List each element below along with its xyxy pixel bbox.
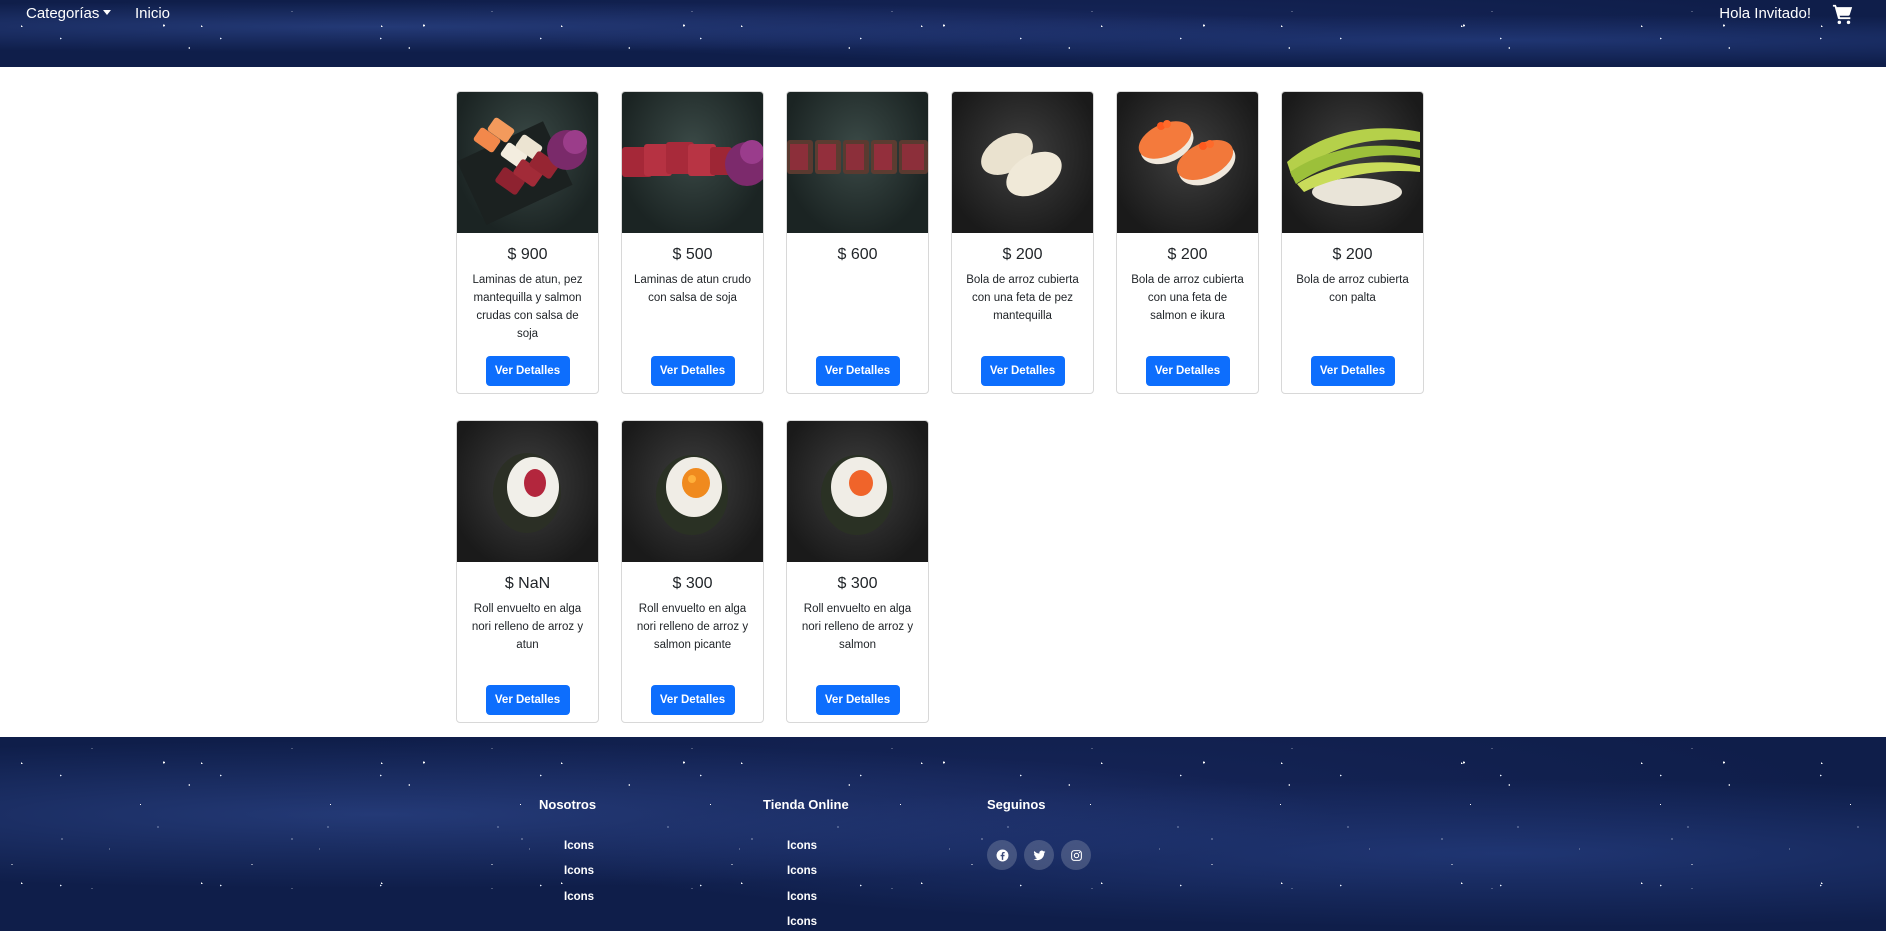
footer-link[interactable]: Icons [787, 865, 817, 877]
categories-label: Categorías [26, 5, 100, 22]
top-navbar: Categorías Inicio Hola Invitado! [0, 0, 1886, 67]
product-price: $ 500 [672, 246, 713, 263]
product-price: $ 300 [837, 575, 878, 592]
product-price: $ 300 [672, 575, 713, 592]
product-image-tataki [787, 92, 928, 233]
product-description: Bola de arroz cubierta con una feta de p… [966, 274, 1079, 322]
product-card: $ 300 Roll envuelto en alga nori relleno… [786, 420, 929, 723]
footer-link[interactable]: Icons [787, 891, 817, 903]
view-details-button[interactable]: Ver Detalles [1310, 356, 1395, 386]
view-details-button[interactable]: Ver Detalles [815, 685, 900, 715]
product-image-sashimi-tuna [622, 92, 763, 233]
footer-link[interactable]: Icons [564, 891, 594, 903]
product-price: $ 200 [1002, 246, 1043, 263]
twitter-icon[interactable] [1024, 840, 1054, 870]
footer-title-nosotros: Nosotros [539, 797, 597, 812]
product-image-nigiri-avocado [1282, 92, 1423, 233]
home-link[interactable]: Inicio [135, 5, 170, 23]
product-price: $ 600 [837, 246, 878, 263]
footer-link[interactable]: Icons [564, 865, 594, 877]
product-card: $ 500 Laminas de atun crudo con salsa de… [621, 91, 764, 394]
product-card: $ NaN Roll envuelto en alga nori relleno… [456, 420, 599, 723]
product-description: Bola de arroz cubierta con una feta de s… [1131, 274, 1244, 322]
view-details-button[interactable]: Ver Detalles [1145, 356, 1230, 386]
product-price: $ NaN [504, 575, 551, 592]
instagram-icon[interactable] [1061, 840, 1091, 870]
view-details-button[interactable]: Ver Detalles [815, 356, 900, 386]
product-image-roll-salmon [787, 421, 928, 562]
footer-title-seguinos: Seguinos [987, 797, 1046, 812]
product-card: $ 600 Ver Detalles [786, 91, 929, 394]
product-price: $ 900 [507, 246, 548, 263]
footer: Nosotros Icons Icons Icons Tienda Online… [0, 737, 1886, 931]
view-details-button[interactable]: Ver Detalles [485, 356, 570, 386]
product-card: $ 200 Bola de arroz cubierta con una fet… [951, 91, 1094, 394]
footer-link[interactable]: Icons [787, 840, 817, 852]
product-image-roll-tuna [457, 421, 598, 562]
product-description: Bola de arroz cubierta con palta [1296, 274, 1409, 304]
facebook-icon[interactable] [987, 840, 1017, 870]
user-greeting[interactable]: Hola Invitado! [1719, 5, 1811, 23]
view-details-button[interactable]: Ver Detalles [650, 356, 735, 386]
product-description: Laminas de atun crudo con salsa de soja [634, 274, 751, 304]
categories-dropdown[interactable]: Categorías [26, 5, 112, 23]
product-image-roll-spicy-salmon [622, 421, 763, 562]
view-details-button[interactable]: Ver Detalles [650, 685, 735, 715]
caret-down-icon [103, 10, 112, 15]
product-price: $ 200 [1167, 246, 1208, 263]
product-description: Roll envuelto en alga nori relleno de ar… [636, 603, 749, 651]
product-image-nigiri-butterfish [952, 92, 1093, 233]
product-description: Roll envuelto en alga nori relleno de ar… [471, 603, 584, 651]
product-image-nigiri-salmon [1117, 92, 1258, 233]
view-details-button[interactable]: Ver Detalles [485, 685, 570, 715]
product-description: Roll envuelto en alga nori relleno de ar… [801, 603, 914, 651]
product-price: $ 200 [1332, 246, 1373, 263]
product-image-sashimi-mix [457, 92, 598, 233]
product-card: $ 200 Bola de arroz cubierta con una fet… [1116, 91, 1259, 394]
product-card: $ 300 Roll envuelto en alga nori relleno… [621, 420, 764, 723]
cart-icon[interactable] [1832, 3, 1854, 25]
footer-link[interactable]: Icons [787, 916, 817, 928]
product-description: Laminas de atun, pez mantequilla y salmo… [472, 274, 583, 340]
view-details-button[interactable]: Ver Detalles [980, 356, 1065, 386]
product-card: $ 900 Laminas de atun, pez mantequilla y… [456, 91, 599, 394]
footer-link[interactable]: Icons [564, 840, 594, 852]
footer-title-tienda-online: Tienda Online [763, 797, 849, 812]
product-description [799, 271, 917, 343]
product-card: $ 200 Bola de arroz cubierta con palta V… [1281, 91, 1424, 394]
product-grid: $ 900 Laminas de atun, pez mantequilla y… [456, 91, 1426, 723]
